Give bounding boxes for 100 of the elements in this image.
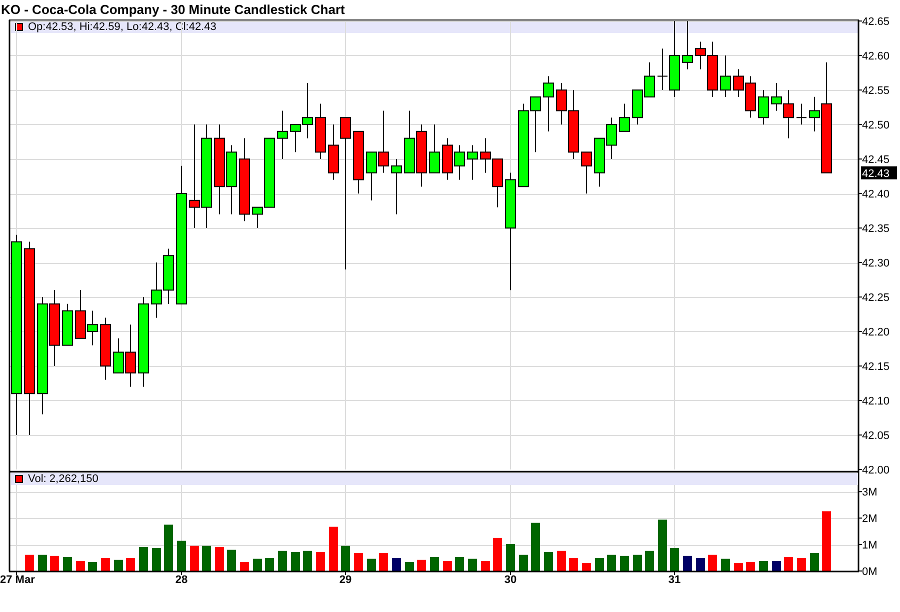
volume-bar (354, 553, 363, 571)
volume-bar (164, 524, 173, 571)
axis-label: 42.60 (862, 50, 890, 62)
chart-title: KO - Coca-Cola Company - 30 Minute Candlestick Chart (1, 3, 345, 16)
volume-bar (784, 556, 793, 571)
price-marker: 42.43 (861, 166, 897, 180)
axis-label: 42.05 (862, 430, 890, 442)
candlestick (454, 144, 465, 180)
volume-bar (253, 558, 262, 571)
axis-label: 42.25 (862, 292, 890, 304)
candlestick (87, 310, 98, 346)
volume-bar (683, 556, 692, 571)
volume-bar (215, 546, 224, 571)
volume-bar (139, 546, 148, 571)
volume-bar (759, 560, 768, 571)
volume-bar (607, 554, 616, 571)
axis-label: 2M (862, 513, 878, 526)
volume-bar (265, 558, 274, 571)
volume-bar (519, 554, 528, 571)
volume-bar (797, 558, 806, 571)
volume-bar (595, 558, 604, 571)
volume-bar (50, 556, 59, 571)
volume-bar (329, 526, 338, 571)
candlestick (353, 130, 364, 194)
axis-label: 30 (504, 574, 517, 586)
axis-label: 0M (862, 566, 878, 578)
volume-bar (379, 553, 388, 571)
axis-label: 42.65 (862, 16, 890, 28)
volume-bar (658, 520, 667, 571)
legend-text: Vol: 2,262,150 (28, 474, 98, 484)
candlestick (429, 124, 440, 174)
candlestick (467, 144, 478, 180)
candlestick (442, 138, 453, 180)
volume-bar (670, 548, 679, 571)
volume-bar (582, 563, 591, 571)
volume-bar (291, 552, 300, 571)
axis-label: 42.15 (862, 361, 890, 373)
volume-bar (506, 544, 515, 571)
axis-label: 42.50 (862, 120, 890, 132)
volume-bar (152, 548, 161, 571)
volume-bar (190, 546, 199, 571)
candlestick (226, 144, 237, 215)
volume-bar (721, 558, 730, 571)
candlestick (543, 76, 554, 132)
volume-bar (531, 522, 540, 571)
volume-bar (544, 552, 553, 571)
candlestick (391, 158, 402, 215)
volume-bar (645, 550, 654, 571)
volume-bar (455, 556, 464, 571)
volume-bar (405, 562, 414, 571)
candlestick (75, 290, 86, 339)
candlestick (416, 124, 427, 188)
axis-label: 42.10 (862, 396, 890, 408)
volume-bar (392, 558, 401, 571)
axis-label: 42.30 (862, 258, 890, 270)
candlestick (480, 138, 491, 174)
candlestick (644, 62, 655, 98)
volume-bar (468, 558, 477, 571)
candlestick (366, 152, 377, 201)
legend-text: Op:42.53, Hi:42.59, Lo:42.43, Cl:42.43 (28, 22, 216, 32)
axis-label: 1M (862, 540, 878, 552)
volume-bar (240, 562, 249, 571)
volume-bar (620, 556, 629, 571)
volume-bar (101, 558, 110, 571)
volume-bar (746, 562, 755, 571)
candlestick (581, 152, 592, 194)
volume-bar (278, 550, 287, 571)
candlestick (632, 90, 643, 125)
volume-bar (557, 550, 566, 571)
axis-label: 42.35 (862, 223, 890, 235)
volume-bar (114, 560, 123, 571)
axis-label: 42.20 (862, 326, 890, 338)
axis-label: 42.45 (862, 154, 890, 166)
candlestick (100, 317, 111, 380)
candlestick (796, 103, 807, 125)
volume-bar (63, 556, 72, 571)
volume-bar (569, 558, 578, 571)
candlestick (315, 103, 326, 160)
axis-label: 28 (175, 574, 188, 586)
candlestick (404, 110, 415, 174)
candlestick (594, 138, 605, 188)
candlestick (720, 55, 731, 98)
volume-bar (772, 560, 781, 571)
candlestick (758, 90, 769, 125)
candlestick (492, 158, 503, 208)
volume-bar (76, 560, 85, 571)
candlestick (619, 103, 630, 132)
volume-bar (810, 553, 819, 571)
candlestick (163, 248, 174, 304)
volume-bar (227, 550, 236, 571)
volume-bar (88, 562, 97, 571)
volume-bar (38, 554, 47, 571)
axis-label: 3M (862, 486, 878, 499)
candlestick (277, 110, 288, 160)
candlestick (151, 262, 162, 318)
volume-bar (822, 511, 831, 571)
axis-label: 42.40 (862, 188, 890, 200)
volume-bar (430, 556, 439, 571)
volume-bar (708, 554, 717, 571)
axis-label: 27 Mar (0, 574, 35, 586)
